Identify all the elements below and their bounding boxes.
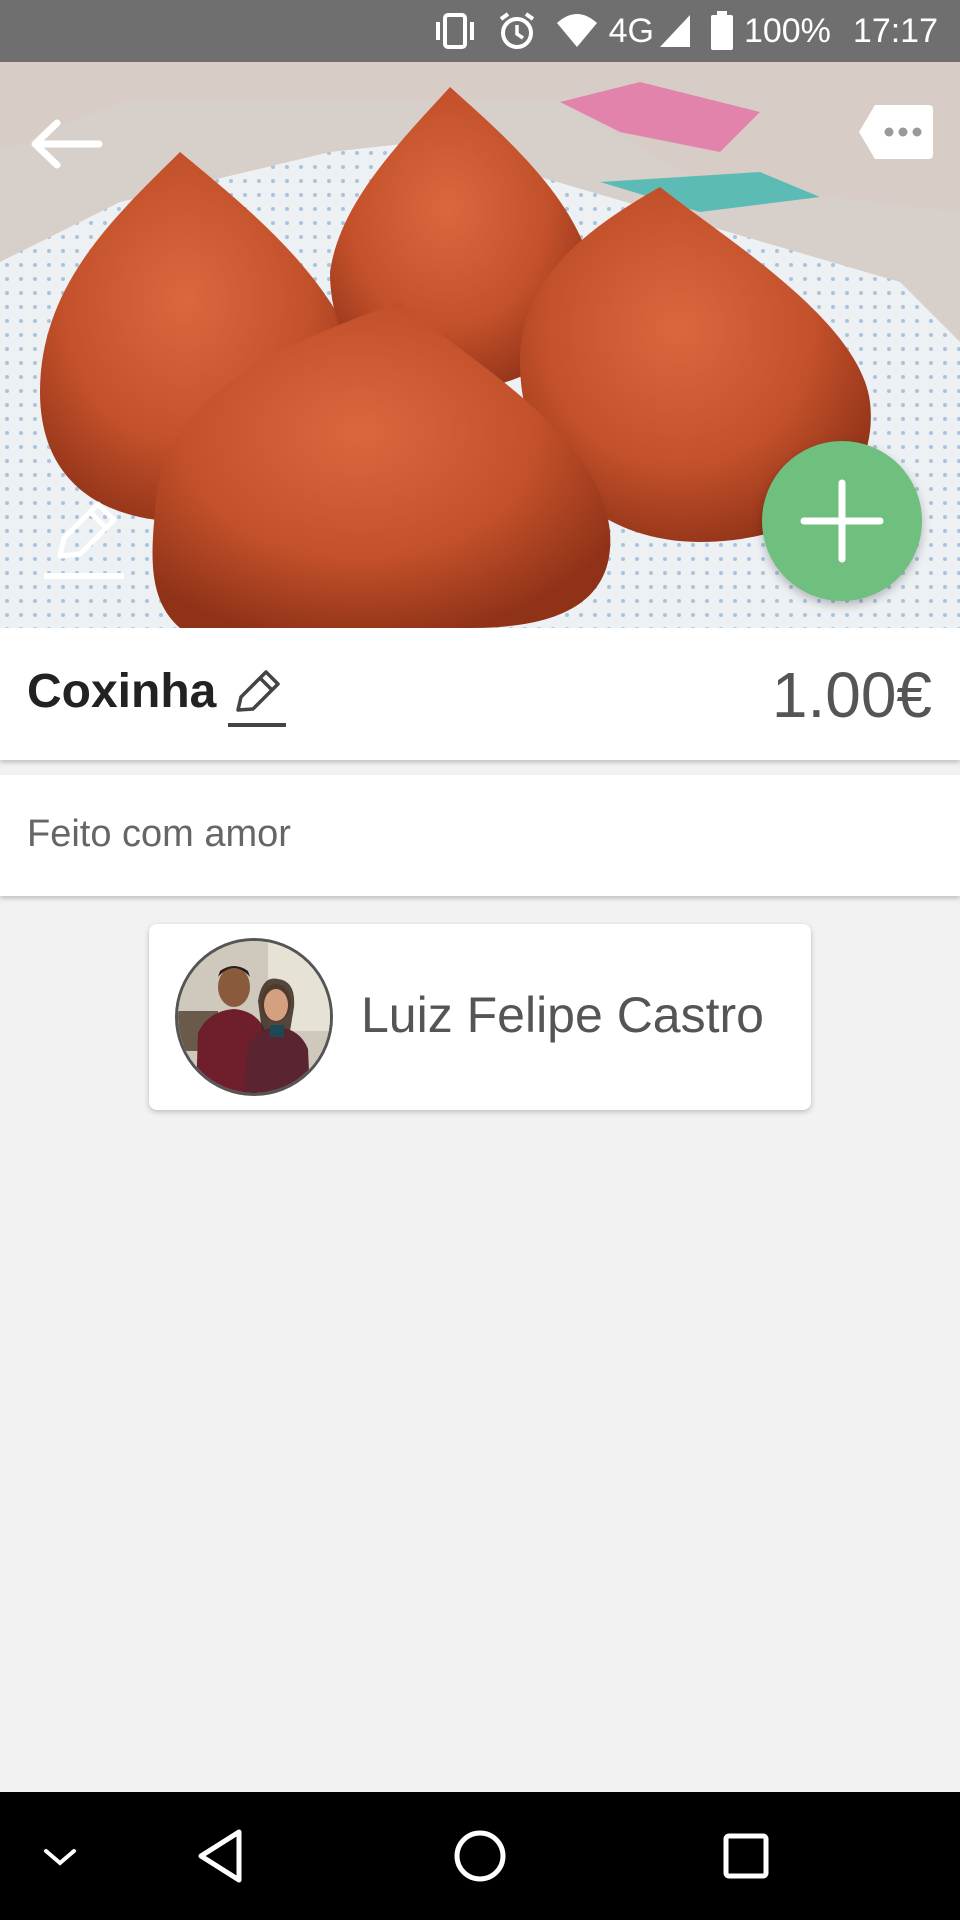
nav-recents-button[interactable] [710,1820,782,1892]
clock: 17:17 [852,11,938,50]
add-button[interactable] [762,441,922,601]
edit-name-button[interactable] [226,666,290,730]
battery-percent: 100% [743,11,831,50]
tag-more-icon [859,105,933,159]
back-triangle-icon [198,1829,242,1883]
vibrate-icon [431,13,479,49]
home-circle-icon [454,1830,506,1882]
wifi-icon [555,13,599,49]
recents-square-icon [723,1833,769,1879]
item-name: Coxinha [27,665,217,718]
status-bar: 4G 100% 17:17 [0,0,960,62]
alarm-icon [497,11,537,51]
item-header-card: Coxinha 1.00€ [0,628,960,760]
item-price: 1.00€ [771,659,932,731]
back-button[interactable] [24,102,108,186]
tag-options-button[interactable] [850,92,940,172]
arrow-left-icon [31,119,103,169]
nav-home-button[interactable] [444,1820,516,1892]
chevron-down-icon [44,1849,76,1866]
edit-photo-button[interactable] [42,498,126,582]
author-name: Luiz Felipe Castro [361,987,764,1043]
hide-nav-button[interactable] [30,1832,90,1882]
description-card[interactable]: Feito com amor [0,775,960,896]
pencil-icon [44,501,124,579]
signal-icon [658,13,692,49]
network-type: 4G [608,11,654,50]
pencil-icon [228,670,286,727]
battery-icon [710,11,734,51]
item-description: Feito com amor [27,813,291,855]
author-card[interactable]: Luiz Felipe Castro [149,924,811,1110]
navigation-bar [0,1792,960,1920]
nav-back-button[interactable] [184,1820,256,1892]
plus-icon [800,479,884,563]
avatar [175,938,333,1096]
